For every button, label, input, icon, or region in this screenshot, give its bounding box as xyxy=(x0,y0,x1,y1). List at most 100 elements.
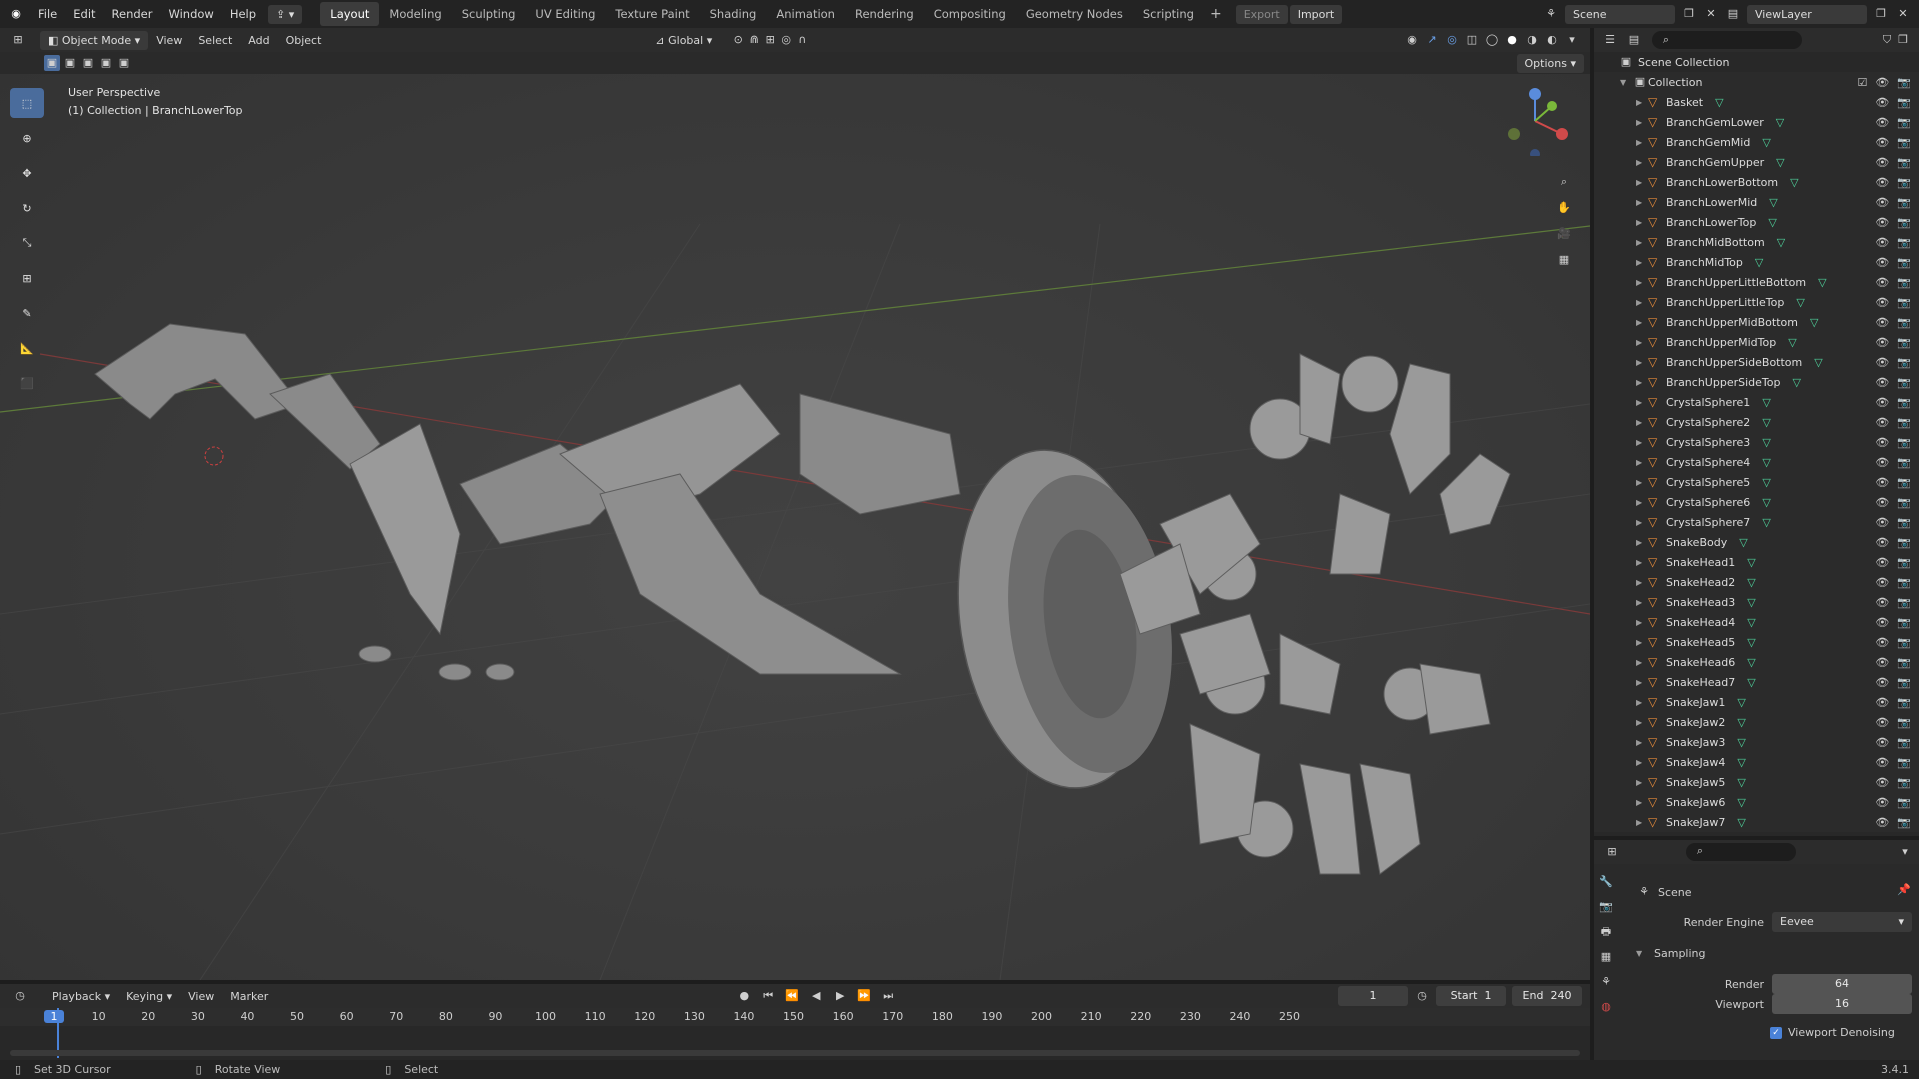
camera-icon[interactable]: 📷 xyxy=(1897,696,1911,709)
expand-icon[interactable]: ▼ xyxy=(1620,78,1632,87)
mesh-data-icon[interactable]: ▽ xyxy=(1737,736,1745,749)
eye-icon[interactable]: 👁 xyxy=(1875,816,1889,829)
mesh-data-icon[interactable]: ▽ xyxy=(1818,276,1826,289)
eye-icon[interactable]: 👁 xyxy=(1875,736,1889,749)
snap-icon[interactable]: ⋒ xyxy=(746,32,762,48)
next-keyframe-icon[interactable]: ⏩ xyxy=(856,988,872,1004)
camera-icon[interactable]: 📷 xyxy=(1897,396,1911,409)
eye-icon[interactable]: 👁 xyxy=(1875,116,1889,129)
eye-icon[interactable]: 👁 xyxy=(1875,656,1889,669)
eye-icon[interactable]: 👁 xyxy=(1875,316,1889,329)
eye-icon[interactable]: 👁 xyxy=(1875,96,1889,109)
eye-icon[interactable]: 👁 xyxy=(1875,256,1889,269)
select-box-tool-icon[interactable]: ⬚ xyxy=(10,88,44,118)
zoom-icon[interactable]: ⌕ xyxy=(1556,174,1572,190)
expand-icon[interactable]: ▶ xyxy=(1636,558,1648,567)
camera-icon[interactable]: 📷 xyxy=(1897,116,1911,129)
copy-viewlayer-icon[interactable]: ❐ xyxy=(1873,6,1889,22)
select-new-icon[interactable]: ▣ xyxy=(44,55,60,71)
tab-layout[interactable]: Layout xyxy=(320,2,380,26)
camera-icon[interactable]: 📷 xyxy=(1897,296,1911,309)
prev-keyframe-icon[interactable]: ⏪ xyxy=(784,988,800,1004)
expand-icon[interactable]: ▶ xyxy=(1636,158,1648,167)
play-icon[interactable]: ▶ xyxy=(832,988,848,1004)
timeline-area[interactable]: 1 10 20 30 40 50 60 70 80 90 100 110 120 130 140 150 160… xyxy=(0,1008,1590,1060)
timeline-scrollbar[interactable] xyxy=(10,1050,1580,1056)
camera-icon[interactable]: 📷 xyxy=(1897,636,1911,649)
eye-icon[interactable]: 👁 xyxy=(1875,416,1889,429)
outliner-item[interactable]: ▶ ▽ BranchGemMid ▽ 👁 📷 xyxy=(1594,132,1919,152)
orientation-selector[interactable]: ⊿ Global ▾ xyxy=(647,34,720,47)
display-mode-icon[interactable]: ▤ xyxy=(1626,32,1642,48)
expand-icon[interactable]: ▶ xyxy=(1636,338,1648,347)
falloff-icon[interactable]: ∩ xyxy=(794,32,810,48)
mesh-data-icon[interactable]: ▽ xyxy=(1776,156,1784,169)
eye-icon[interactable]: 👁 xyxy=(1875,476,1889,489)
expand-icon[interactable]: ▶ xyxy=(1636,378,1648,387)
eye-icon[interactable]: 👁 xyxy=(1875,556,1889,569)
camera-icon[interactable]: 📷 xyxy=(1897,436,1911,449)
tab-geometry-nodes[interactable]: Geometry Nodes xyxy=(1016,2,1133,26)
scene-collection-row[interactable]: ▣ Scene Collection xyxy=(1594,52,1919,72)
editor-type-icon[interactable]: ⊞ xyxy=(10,32,26,48)
render-tab-icon[interactable]: 📷 xyxy=(1598,899,1614,915)
expand-icon[interactable]: ▶ xyxy=(1636,238,1648,247)
sampling-panel-header[interactable]: ▼ Sampling xyxy=(1636,947,1706,960)
outliner-item[interactable]: ▶ ▽ SnakeHead4 ▽ 👁 📷 xyxy=(1594,612,1919,632)
tab-shading[interactable]: Shading xyxy=(700,2,767,26)
options-dropdown[interactable]: Options ▾ xyxy=(1516,54,1584,73)
outliner-item[interactable]: ▶ ▽ BranchUpperSideTop ▽ 👁 📷 xyxy=(1594,372,1919,392)
menu-render[interactable]: Render xyxy=(104,7,161,21)
expand-icon[interactable]: ▶ xyxy=(1636,638,1648,647)
mesh-data-icon[interactable]: ▽ xyxy=(1747,656,1755,669)
camera-icon[interactable]: 📷 xyxy=(1897,616,1911,629)
outliner-item[interactable]: ▶ ▽ BranchMidBottom ▽ 👁 📷 xyxy=(1594,232,1919,252)
outliner-item[interactable]: ▶ ▽ SnakeHead5 ▽ 👁 📷 xyxy=(1594,632,1919,652)
mesh-data-icon[interactable]: ▽ xyxy=(1747,596,1755,609)
expand-icon[interactable]: ▶ xyxy=(1636,298,1648,307)
render-samples-field[interactable]: 64 xyxy=(1772,974,1912,994)
expand-icon[interactable]: ▶ xyxy=(1636,798,1648,807)
jump-start-icon[interactable]: ⏮ xyxy=(760,988,776,1004)
rendered-shading-icon[interactable]: ◐ xyxy=(1544,32,1560,48)
eye-icon[interactable]: 👁 xyxy=(1875,336,1889,349)
outliner-item[interactable]: ▶ ▽ BranchUpperMidTop ▽ 👁 📷 xyxy=(1594,332,1919,352)
menu-select[interactable]: Select xyxy=(190,34,240,47)
menu-keying[interactable]: Keying ▾ xyxy=(118,990,180,1003)
select-intersect-icon[interactable]: ▣ xyxy=(116,55,132,71)
scene-tab-icon[interactable]: ⚘ xyxy=(1598,974,1614,990)
mesh-data-icon[interactable]: ▽ xyxy=(1755,256,1763,269)
expand-icon[interactable]: ▶ xyxy=(1636,478,1648,487)
expand-icon[interactable]: ▶ xyxy=(1636,758,1648,767)
camera-icon[interactable]: 📷 xyxy=(1897,496,1911,509)
camera-icon[interactable]: 📷 xyxy=(1897,276,1911,289)
expand-icon[interactable]: ▶ xyxy=(1636,218,1648,227)
viewport-samples-field[interactable]: 16 xyxy=(1772,994,1912,1014)
mesh-data-icon[interactable]: ▽ xyxy=(1769,196,1777,209)
camera-icon[interactable]: 📷 xyxy=(1897,196,1911,209)
scene-icon[interactable]: ⚘ xyxy=(1543,6,1559,22)
eye-icon[interactable]: 👁 xyxy=(1875,496,1889,509)
expand-icon[interactable]: ▶ xyxy=(1636,778,1648,787)
camera-view-icon[interactable]: 🎥 xyxy=(1556,226,1572,242)
render-engine-dropdown[interactable]: Eevee ▾ xyxy=(1772,912,1912,932)
output-tab-icon[interactable]: 🖶 xyxy=(1598,924,1614,940)
camera-icon[interactable]: 📷 xyxy=(1897,416,1911,429)
menu-playback[interactable]: Playback ▾ xyxy=(44,990,118,1003)
copy-scene-icon[interactable]: ❐ xyxy=(1681,6,1697,22)
camera-icon[interactable]: 📷 xyxy=(1897,176,1911,189)
outliner-editor-icon[interactable]: ☰ xyxy=(1602,32,1618,48)
mesh-data-icon[interactable]: ▽ xyxy=(1762,516,1770,529)
expand-icon[interactable]: ▶ xyxy=(1636,318,1648,327)
outliner-item[interactable]: ▶ ▽ BranchGemLower ▽ 👁 📷 xyxy=(1594,112,1919,132)
camera-icon[interactable]: 📷 xyxy=(1897,716,1911,729)
eye-icon[interactable]: 👁 xyxy=(1875,276,1889,289)
mesh-data-icon[interactable]: ▽ xyxy=(1737,776,1745,789)
properties-options-icon[interactable]: ▾ xyxy=(1897,844,1913,860)
mesh-data-icon[interactable]: ▽ xyxy=(1777,236,1785,249)
mesh-data-icon[interactable]: ▽ xyxy=(1747,576,1755,589)
eye-icon[interactable]: 👁 xyxy=(1875,136,1889,149)
outliner-item[interactable]: ▶ ▽ CrystalSphere2 ▽ 👁 📷 xyxy=(1594,412,1919,432)
navigation-gizmo[interactable] xyxy=(1500,86,1570,159)
world-tab-icon[interactable]: ◍ xyxy=(1598,999,1614,1015)
